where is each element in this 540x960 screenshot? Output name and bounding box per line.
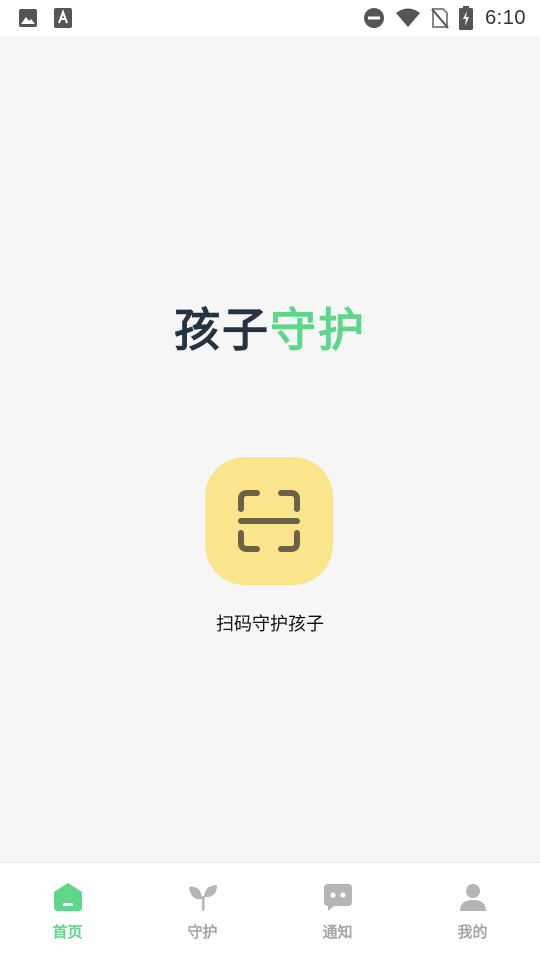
scan-label: 扫码守护孩子 <box>216 614 324 635</box>
sprout-icon <box>188 885 217 911</box>
status-left <box>18 8 88 28</box>
scan-button[interactable] <box>205 457 333 585</box>
bottom-nav: 首页 守护 通知 我的 <box>0 862 540 960</box>
user-icon <box>459 884 486 911</box>
nav-label-guard: 守护 <box>187 923 218 941</box>
scan-icon <box>238 490 300 552</box>
nav-label-notify: 通知 <box>322 923 353 941</box>
message-icon <box>323 884 352 911</box>
image-icon <box>19 9 37 27</box>
title-part-green: 守护 <box>270 303 366 357</box>
title-part-dark: 孩子 <box>174 303 270 357</box>
home-icon <box>53 883 82 911</box>
app-screen: 6:10 孩子守护 扫码守护孩子 首页 守护 通知 我的 <box>0 0 540 960</box>
wifi-icon <box>396 8 421 27</box>
status-bar: 6:10 <box>0 0 540 36</box>
nav-item-notify[interactable]: 通知 <box>270 863 405 960</box>
status-right: 6:10 <box>353 6 526 30</box>
nav-item-mine[interactable]: 我的 <box>405 863 540 960</box>
clock: 6:10 <box>485 6 526 29</box>
do-not-disturb-icon <box>364 8 385 28</box>
nav-item-home[interactable]: 首页 <box>0 863 135 960</box>
text-icon <box>54 8 72 28</box>
no-sim-icon <box>431 8 449 29</box>
app-title: 孩子守护 <box>0 294 540 360</box>
nav-label-mine: 我的 <box>457 923 488 941</box>
battery-charging-icon <box>459 6 474 30</box>
nav-item-guard[interactable]: 守护 <box>135 863 270 960</box>
nav-label-home: 首页 <box>52 923 83 941</box>
